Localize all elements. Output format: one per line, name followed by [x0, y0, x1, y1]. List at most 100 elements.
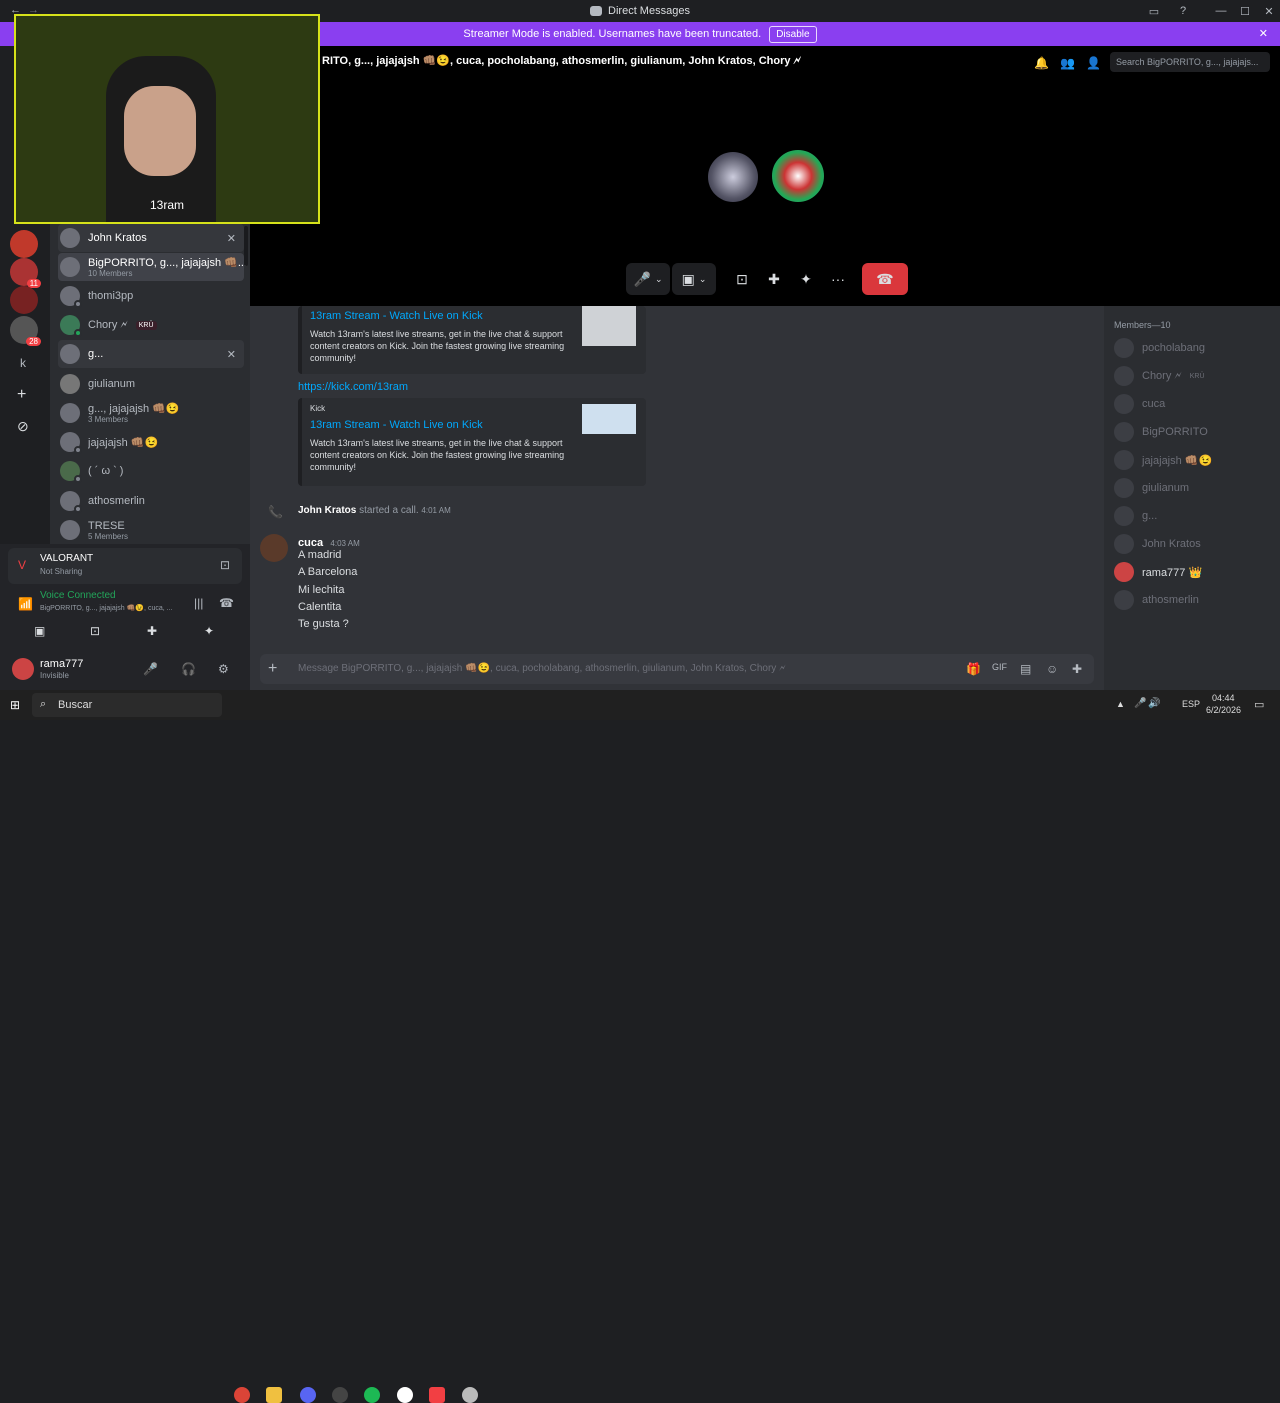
- server-icon[interactable]: [10, 230, 38, 258]
- avatar: [60, 228, 80, 248]
- emoji-icon[interactable]: ☺: [1046, 662, 1058, 676]
- member-item[interactable]: cuca: [1114, 392, 1165, 416]
- dm-item[interactable]: jajajajsh 👊🏽😉: [58, 428, 244, 456]
- user-name[interactable]: rama777: [40, 658, 83, 670]
- volume-icon[interactable]: 🔊: [1148, 698, 1160, 709]
- disable-button[interactable]: Disable: [769, 25, 817, 43]
- close-dm-icon[interactable]: ✕: [227, 232, 236, 245]
- member-item[interactable]: jajajajsh 👊🏽😉: [1114, 448, 1212, 472]
- member-item[interactable]: athosmerlin: [1114, 588, 1199, 612]
- members-icon[interactable]: 👤: [1086, 56, 1101, 70]
- settings-gear-icon[interactable]: ⚙: [218, 662, 229, 676]
- message-author[interactable]: cuca: [298, 537, 323, 549]
- help-icon[interactable]: ?: [1171, 0, 1195, 22]
- steam-icon[interactable]: [397, 1387, 413, 1403]
- dm-item[interactable]: g..., jajajajsh 👊🏽😉 3 Members: [58, 399, 244, 427]
- server-icon[interactable]: [10, 286, 38, 314]
- clock-time[interactable]: 04:44: [1212, 693, 1235, 703]
- disconnect-button[interactable]: ☎: [862, 263, 908, 295]
- file-explorer-icon[interactable]: [266, 1387, 282, 1403]
- server-k-label[interactable]: k: [20, 356, 26, 370]
- server-icon[interactable]: 28: [10, 316, 41, 346]
- tray-mic-icon[interactable]: 🎤: [1134, 698, 1146, 709]
- embed-description: Watch 13ram's latest live streams, get i…: [310, 329, 565, 363]
- dm-item[interactable]: BigPORRITO, g..., jajajajsh 👊🏽... 10 Memb…: [58, 253, 247, 281]
- discord-icon[interactable]: [300, 1387, 316, 1403]
- apps-icon[interactable]: ✚: [1072, 662, 1082, 676]
- more-options-button[interactable]: ···: [824, 263, 852, 295]
- taskbar: ⊞ Buscar ⌕ ▲ 🎤 🔊 ESP 04:44 6/2/2026 ▭: [0, 690, 1280, 1403]
- inbox-icon[interactable]: ▭: [1142, 0, 1166, 22]
- dm-item[interactable]: thomi3pp: [58, 282, 244, 310]
- dm-item[interactable]: Chory 🗲 KRÜ: [58, 311, 244, 339]
- share-screen-button[interactable]: ⊡: [728, 263, 756, 295]
- dm-item[interactable]: athosmerlin: [58, 487, 244, 515]
- scrollbar[interactable]: [244, 226, 248, 266]
- voice-channel[interactable]: BigPORRITO, g..., jajajajsh 👊🏽😉, cuca, .…: [40, 604, 182, 612]
- sticker-icon[interactable]: ▤: [1020, 662, 1031, 676]
- camera-button[interactable]: ▣ ⌄: [672, 263, 716, 295]
- headphones-icon[interactable]: 🎧: [181, 662, 196, 676]
- participant-avatar-speaking[interactable]: [772, 150, 824, 202]
- windows-start-icon[interactable]: ⊞: [10, 698, 20, 712]
- close-dm-icon[interactable]: ✕: [227, 348, 236, 361]
- activities-icon[interactable]: ✚: [147, 624, 157, 638]
- member-item[interactable]: g...: [1114, 504, 1157, 528]
- microphone-icon[interactable]: 🎤: [143, 662, 158, 676]
- spotify-icon[interactable]: [364, 1387, 380, 1403]
- taskbar-search[interactable]: Buscar: [32, 693, 222, 717]
- server-icon[interactable]: 11: [10, 258, 41, 288]
- embed-title[interactable]: 13ram Stream - Watch Live on Kick: [310, 310, 566, 322]
- gif-icon[interactable]: GIF: [992, 662, 1007, 672]
- camera-off-icon[interactable]: ▣: [34, 624, 45, 638]
- stream-game-icon[interactable]: ⊡: [220, 558, 230, 572]
- dm-item[interactable]: giulianum: [58, 370, 244, 398]
- user-avatar[interactable]: [12, 658, 34, 680]
- attach-icon[interactable]: +: [268, 660, 277, 678]
- add-server-icon[interactable]: +: [17, 386, 26, 404]
- mute-button[interactable]: 🎤 ⌄: [626, 263, 670, 295]
- member-item[interactable]: pocholabang: [1114, 336, 1205, 360]
- tray-arrow-icon[interactable]: ▲: [1116, 699, 1125, 709]
- soundboard-button[interactable]: ✦: [792, 263, 820, 295]
- noise-suppression-icon[interactable]: |||: [194, 596, 203, 610]
- banner-close-icon[interactable]: ✕: [1259, 27, 1268, 40]
- dm-item[interactable]: g... ✕: [58, 340, 244, 368]
- activities-button[interactable]: ✚: [760, 263, 788, 295]
- member-item[interactable]: Chory 🗲 KRÜ: [1114, 364, 1205, 388]
- dm-item[interactable]: John Kratos ✕: [58, 224, 244, 252]
- app-icon[interactable]: [462, 1387, 478, 1403]
- clock-date[interactable]: 6/2/2026: [1206, 705, 1241, 715]
- dm-item[interactable]: TRESE 5 Members: [58, 516, 244, 544]
- screen-share-icon[interactable]: ⊡: [90, 624, 100, 638]
- add-friends-icon[interactable]: 👥: [1060, 56, 1075, 70]
- language-indicator[interactable]: ESP: [1182, 699, 1200, 709]
- soundboard-icon[interactable]: ✦: [204, 624, 214, 638]
- explore-icon[interactable]: ⊘: [17, 418, 29, 435]
- voice-status[interactable]: Voice Connected: [40, 590, 116, 601]
- member-item[interactable]: BigPORRITO: [1114, 420, 1208, 444]
- dm-item[interactable]: ( ´ ω ` ): [58, 457, 244, 485]
- close-window-icon[interactable]: ✕: [1257, 0, 1280, 22]
- message-composer[interactable]: + Message BigPORRITO, g..., jajajajsh 👊🏽…: [260, 654, 1094, 684]
- obs-icon[interactable]: [332, 1387, 348, 1403]
- chrome-icon[interactable]: [234, 1387, 250, 1403]
- notification-off-icon[interactable]: 🔔: [1034, 56, 1049, 70]
- message-avatar[interactable]: [260, 534, 288, 562]
- call-user[interactable]: John Kratos: [298, 505, 356, 516]
- embed-title[interactable]: 13ram Stream - Watch Live on Kick: [310, 419, 566, 431]
- gift-icon[interactable]: 🎁: [966, 662, 981, 676]
- message-link[interactable]: https://kick.com/13ram: [298, 381, 408, 393]
- notifications-icon[interactable]: ▭: [1254, 698, 1264, 711]
- member-item[interactable]: John Kratos: [1114, 532, 1201, 556]
- minimize-icon[interactable]: —: [1209, 0, 1233, 22]
- valorant-taskbar-icon[interactable]: [429, 1387, 445, 1403]
- maximize-icon[interactable]: ☐: [1233, 0, 1257, 22]
- participant-avatar[interactable]: [708, 152, 758, 202]
- signal-icon[interactable]: 📶: [18, 597, 33, 611]
- member-item[interactable]: rama777 👑: [1114, 560, 1202, 584]
- disconnect-icon[interactable]: ☎: [219, 596, 234, 610]
- composer-placeholder[interactable]: Message BigPORRITO, g..., jajajajsh 👊🏽😉,…: [298, 663, 786, 674]
- search-input[interactable]: Search BigPORRITO, g..., jajajajs...: [1110, 52, 1270, 72]
- member-item[interactable]: giulianum: [1114, 476, 1189, 500]
